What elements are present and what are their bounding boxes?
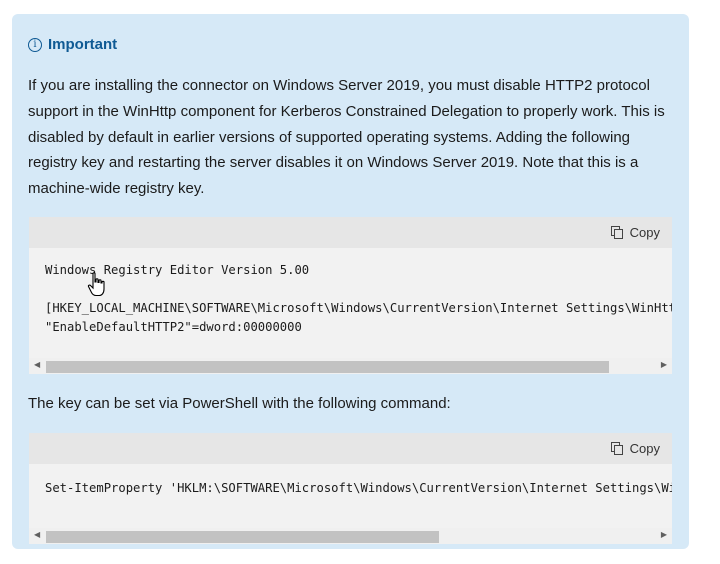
important-alert: i Important If you are installing the co… bbox=[12, 14, 689, 549]
copy-icon bbox=[610, 226, 623, 239]
copy-icon bbox=[610, 442, 623, 455]
registry-code-block: Copy Windows Registry Editor Version 5.0… bbox=[29, 217, 672, 374]
code-line: Windows Registry Editor Version 5.00 bbox=[45, 263, 310, 277]
code-line: Set-ItemProperty 'HKLM:\SOFTWARE\Microso… bbox=[45, 481, 672, 495]
copy-label: Copy bbox=[629, 441, 660, 456]
scroll-right-icon[interactable]: ▶ bbox=[661, 530, 667, 539]
horizontal-scrollbar[interactable]: ◀ ▶ bbox=[29, 528, 672, 544]
horizontal-scrollbar[interactable]: ◀ ▶ bbox=[29, 358, 672, 374]
scroll-thumb[interactable] bbox=[46, 531, 439, 543]
code-header: Copy bbox=[29, 433, 672, 464]
code-line: [HKEY_LOCAL_MACHINE\SOFTWARE\Microsoft\W… bbox=[45, 301, 672, 315]
copy-button[interactable]: Copy bbox=[610, 225, 660, 240]
info-icon: i bbox=[28, 37, 42, 52]
scroll-thumb[interactable] bbox=[46, 361, 609, 373]
alert-title: Important bbox=[48, 36, 118, 53]
code-line: "EnableDefaultHTTP2"=dword:00000000 bbox=[45, 320, 302, 334]
hand-cursor-icon bbox=[87, 272, 105, 297]
powershell-code-block: Copy Set-ItemProperty 'HKLM:\SOFTWARE\Mi… bbox=[29, 433, 672, 544]
alert-paragraph: If you are installing the connector on W… bbox=[28, 77, 665, 198]
code-body[interactable]: Windows Registry Editor Version 5.00 [HK… bbox=[29, 248, 672, 353]
code-body[interactable]: Set-ItemProperty 'HKLM:\SOFTWARE\Microso… bbox=[29, 464, 672, 519]
scroll-left-icon[interactable]: ◀ bbox=[34, 530, 40, 539]
copy-label: Copy bbox=[629, 225, 660, 240]
scroll-left-icon[interactable]: ◀ bbox=[34, 360, 40, 369]
alert-paragraph-2: The key can be set via PowerShell with t… bbox=[28, 395, 451, 412]
scroll-right-icon[interactable]: ▶ bbox=[661, 360, 667, 369]
alert-header: i Important bbox=[28, 36, 117, 53]
code-header: Copy bbox=[29, 217, 672, 248]
copy-button[interactable]: Copy bbox=[610, 441, 660, 456]
